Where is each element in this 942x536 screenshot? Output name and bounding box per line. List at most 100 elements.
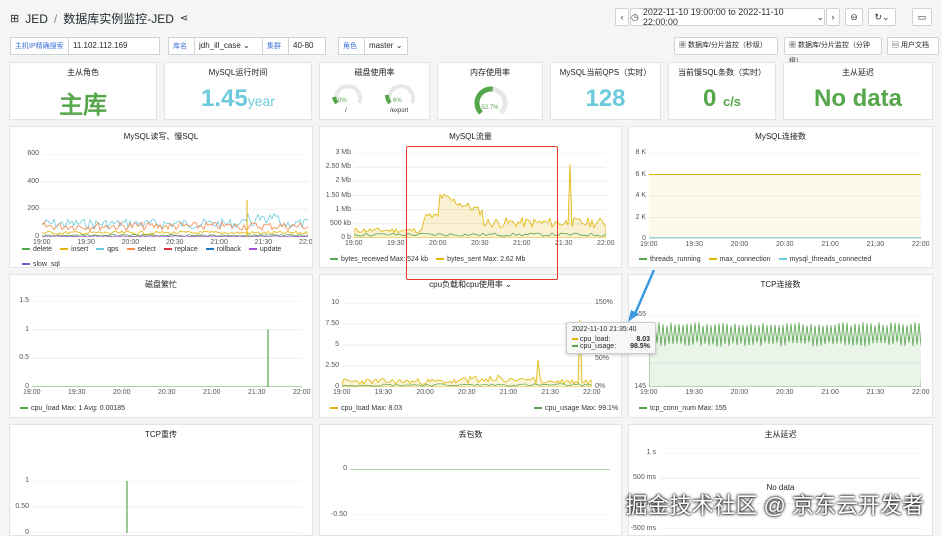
plot-area[interactable] bbox=[42, 154, 308, 237]
legend: cpu_usage Max: 99.1% bbox=[534, 405, 621, 412]
refresh-button[interactable]: ↻⌄ bbox=[868, 8, 896, 26]
x-tick-label: 19:00 bbox=[33, 239, 51, 246]
share-icon[interactable]: ⋖ bbox=[180, 13, 188, 24]
legend-item[interactable]: cpu_usage Max: 99.1% bbox=[534, 405, 618, 412]
y-tick-label: -0.50 bbox=[331, 511, 347, 518]
breadcrumb-separator: / bbox=[53, 11, 58, 26]
app-name[interactable]: JED bbox=[25, 12, 48, 26]
user-docs-link[interactable]: ▤ 用户文档 bbox=[887, 37, 939, 55]
panel-title: 主从延迟 bbox=[842, 68, 874, 77]
legend-item[interactable]: threads_running bbox=[639, 256, 701, 263]
annotation-arrow-icon bbox=[628, 269, 656, 322]
y-tick-label: 500 kb bbox=[329, 219, 351, 227]
legend-item[interactable]: tcp_conn_num Max: 155 bbox=[639, 405, 727, 412]
y-tick-label: 500 ms bbox=[633, 474, 656, 482]
x-tick-label: 20:30 bbox=[776, 389, 794, 396]
legend-item[interactable]: update bbox=[248, 246, 281, 253]
chevron-down-icon[interactable]: ⌄ bbox=[505, 280, 512, 289]
stat-unit: year bbox=[247, 93, 275, 109]
tooltip-time: 2022-11-10 21:35:40 bbox=[572, 326, 637, 333]
x-tick-label: 19:30 bbox=[685, 241, 703, 248]
tooltip-series: cpu_usage: bbox=[579, 343, 617, 350]
stat-panel-delay: 主从延迟 No data bbox=[783, 62, 933, 120]
breadcrumb: ⊞ JED / 数据库实例监控-JED ⋖ bbox=[10, 10, 188, 27]
stat-panel-role: 主从角色 主库 bbox=[9, 62, 157, 120]
role-select[interactable]: master ⌄ bbox=[364, 37, 408, 55]
legend-item[interactable]: rollback bbox=[205, 246, 241, 253]
legend-item[interactable]: replace bbox=[163, 246, 198, 253]
panel-title: MySQL连接数 bbox=[755, 132, 806, 141]
host-input[interactable]: 11.102.112.169 bbox=[68, 37, 160, 55]
legend: delete insert qps select replace rollback upda… bbox=[22, 246, 312, 267]
legend-item[interactable]: mysql_threads_connected bbox=[778, 256, 871, 263]
plot-area[interactable] bbox=[342, 303, 592, 387]
y-tick-label: 0 bbox=[25, 529, 29, 536]
x-tick-label: 22:00 bbox=[912, 241, 930, 248]
panel-title: MySQL读写、慢SQL bbox=[123, 132, 199, 141]
legend-item[interactable]: select bbox=[126, 246, 156, 253]
x-tick-label: 19:30 bbox=[387, 240, 405, 247]
x-tick-label: 19:30 bbox=[68, 389, 86, 396]
dashboard-title[interactable]: 数据库实例监控-JED bbox=[63, 10, 174, 27]
legend: cpu_load Max: 1 Avg: 0.00185 bbox=[20, 405, 310, 412]
dashboard-icon: ▦ bbox=[789, 42, 798, 49]
x-tick-label: 20:00 bbox=[730, 241, 749, 248]
x-tick-label: 21:30 bbox=[254, 239, 273, 246]
legend-item[interactable]: cpu_load Max: 8.03 bbox=[330, 405, 402, 412]
x-tick-label: 19:30 bbox=[374, 389, 393, 396]
panel-mysql-rw: MySQL读写、慢SQL 600 400 200 0 19:00 19:30 20:00 20… bbox=[9, 126, 313, 268]
x-tick-label: 20:00 bbox=[416, 389, 434, 396]
plot-area[interactable] bbox=[350, 469, 610, 515]
x-tick-label: 19:00 bbox=[640, 389, 658, 396]
doc-icon: ▤ bbox=[892, 42, 901, 49]
memory-gauge-value: 52.7% bbox=[481, 105, 499, 111]
panel-mysql-conn: MySQL连接数 8 K6 K4 K2 K 0 19:00 19:30 20:00 20:… bbox=[628, 126, 933, 268]
x-tick-label: 20:30 bbox=[166, 239, 184, 246]
legend-item[interactable]: slow_sql bbox=[22, 261, 60, 267]
time-picker[interactable]: ◷ 2022-11-10 19:00:00 to 2022-11-10 22:0… bbox=[630, 7, 825, 27]
plot-area[interactable] bbox=[32, 301, 302, 387]
role-filter-label: 角色 bbox=[338, 37, 364, 55]
memory-gauge bbox=[474, 86, 508, 115]
cluster-select[interactable]: 40-80 ⌄ bbox=[288, 37, 326, 66]
y-tick-label: 8 K bbox=[635, 149, 646, 156]
legend-item[interactable]: qps bbox=[96, 246, 119, 253]
plot-area[interactable] bbox=[649, 153, 921, 239]
panel-title: MySQL流量 bbox=[449, 132, 492, 141]
x-tick-label: 19:00 bbox=[23, 389, 41, 396]
legend-item[interactable]: max_connection bbox=[708, 256, 771, 263]
y-tick-label: 0 bbox=[343, 465, 347, 472]
db-filter-label: 库名 bbox=[168, 37, 194, 55]
y-tick-label: -500 ms bbox=[630, 525, 656, 532]
x-tick-label: 21:00 bbox=[499, 389, 518, 396]
watermark: 掘金技术社区 @ 京东云开发者 bbox=[625, 493, 924, 518]
legend-item[interactable]: cpu_load Max: 1 Avg: 0.00185 bbox=[20, 405, 125, 412]
time-forward-button[interactable]: › bbox=[826, 8, 840, 26]
x-tick-label: 22:00 bbox=[583, 389, 601, 396]
time-back-button[interactable]: ‹ bbox=[615, 8, 629, 26]
shard-minutes-link[interactable]: ▦ 数据库/分片监控（分钟级） bbox=[784, 37, 882, 65]
x-tick-label: 21:00 bbox=[821, 389, 839, 396]
zoom-out-button[interactable]: ⊖ bbox=[845, 8, 863, 26]
x-tick-label: 21:30 bbox=[866, 241, 885, 248]
panel-title: TCP连接数 bbox=[760, 280, 801, 289]
stat-panel-qps: MySQL当前QPS（实时） 128 bbox=[550, 62, 661, 120]
shard-seconds-link[interactable]: ▦ 数据库/分片监控（秒级） bbox=[674, 37, 778, 55]
tv-mode-button[interactable]: ▭ bbox=[912, 8, 932, 26]
plot-area[interactable] bbox=[649, 315, 921, 387]
stat-unit: c/s bbox=[722, 94, 742, 109]
legend-item[interactable]: delete bbox=[22, 246, 52, 253]
x-tick-label: 19:00 bbox=[333, 389, 351, 396]
panel-packet-drop: 丢包数 0 -0.50 bbox=[319, 424, 622, 536]
plot-area[interactable] bbox=[32, 481, 302, 533]
y-tick-label: 1.50 Mb bbox=[325, 191, 351, 199]
db-select[interactable]: jdh_ill_case ⌄ bbox=[194, 37, 266, 55]
highlight-box bbox=[406, 146, 558, 280]
dashboard-icon: ▦ bbox=[679, 42, 688, 49]
disk-gauge-label: /export bbox=[390, 108, 409, 114]
y-tick-label: 0.5 bbox=[19, 354, 29, 362]
chevron-down-icon: ⌄ bbox=[243, 41, 250, 50]
legend-item[interactable]: insert bbox=[60, 246, 88, 253]
y-tick-label: 2 K bbox=[635, 213, 646, 221]
panel-title: 丢包数 bbox=[458, 430, 483, 439]
